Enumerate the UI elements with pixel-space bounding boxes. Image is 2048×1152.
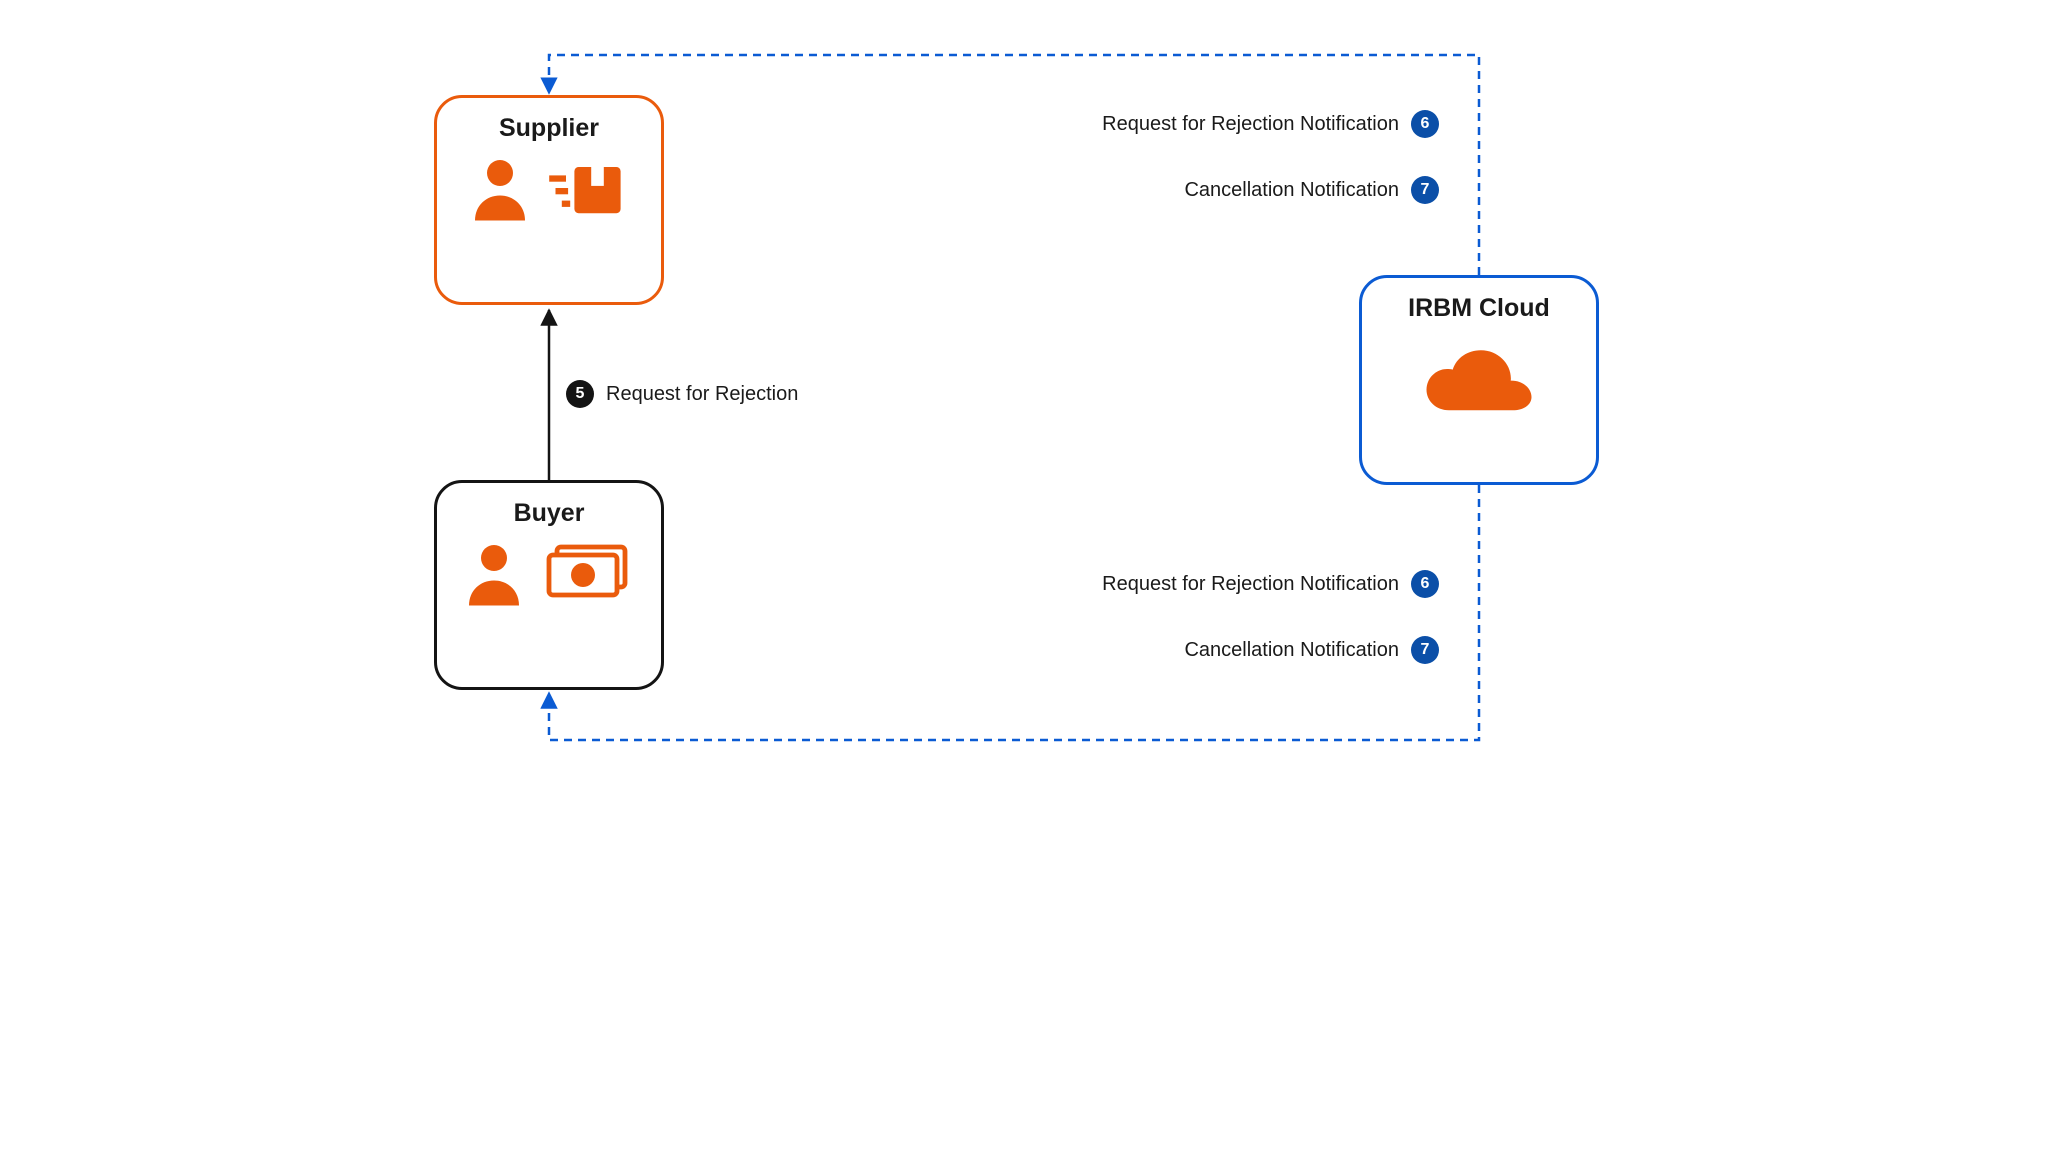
notify-label: Cancellation Notification — [1184, 179, 1399, 202]
cash-icon — [539, 540, 635, 611]
step-badge-7: 7 — [1411, 176, 1439, 204]
notify-label: Request for Rejection Notification — [1102, 573, 1399, 596]
edge-label-text: Request for Rejection — [606, 383, 798, 406]
node-buyer-title: Buyer — [437, 499, 661, 528]
person-icon — [463, 538, 525, 613]
node-supplier-title: Supplier — [437, 114, 661, 143]
notify-top-1: 6 Request for Rejection Notification — [1102, 110, 1439, 138]
step-badge-6: 6 — [1411, 570, 1439, 598]
node-irbm-cloud: IRBM Cloud — [1359, 275, 1599, 485]
node-buyer: Buyer — [434, 480, 664, 690]
step-badge-6: 6 — [1411, 110, 1439, 138]
notify-bottom-2: 7 Cancellation Notification — [1184, 636, 1439, 664]
notify-bottom-1: 6 Request for Rejection Notification — [1102, 570, 1439, 598]
edge-label-step-5: 5 Request for Rejection — [566, 380, 798, 408]
notify-label: Request for Rejection Notification — [1102, 113, 1399, 136]
cloud-icon — [1419, 345, 1539, 428]
person-icon — [469, 153, 531, 228]
step-badge-5: 5 — [566, 380, 594, 408]
node-supplier: Supplier — [434, 95, 664, 305]
notify-label: Cancellation Notification — [1184, 639, 1399, 662]
node-cloud-title: IRBM Cloud — [1362, 294, 1596, 323]
package-shipping-icon — [545, 153, 629, 228]
diagram-canvas: Supplier — [304, 0, 1744, 810]
step-badge-7: 7 — [1411, 636, 1439, 664]
notify-top-2: 7 Cancellation Notification — [1184, 176, 1439, 204]
